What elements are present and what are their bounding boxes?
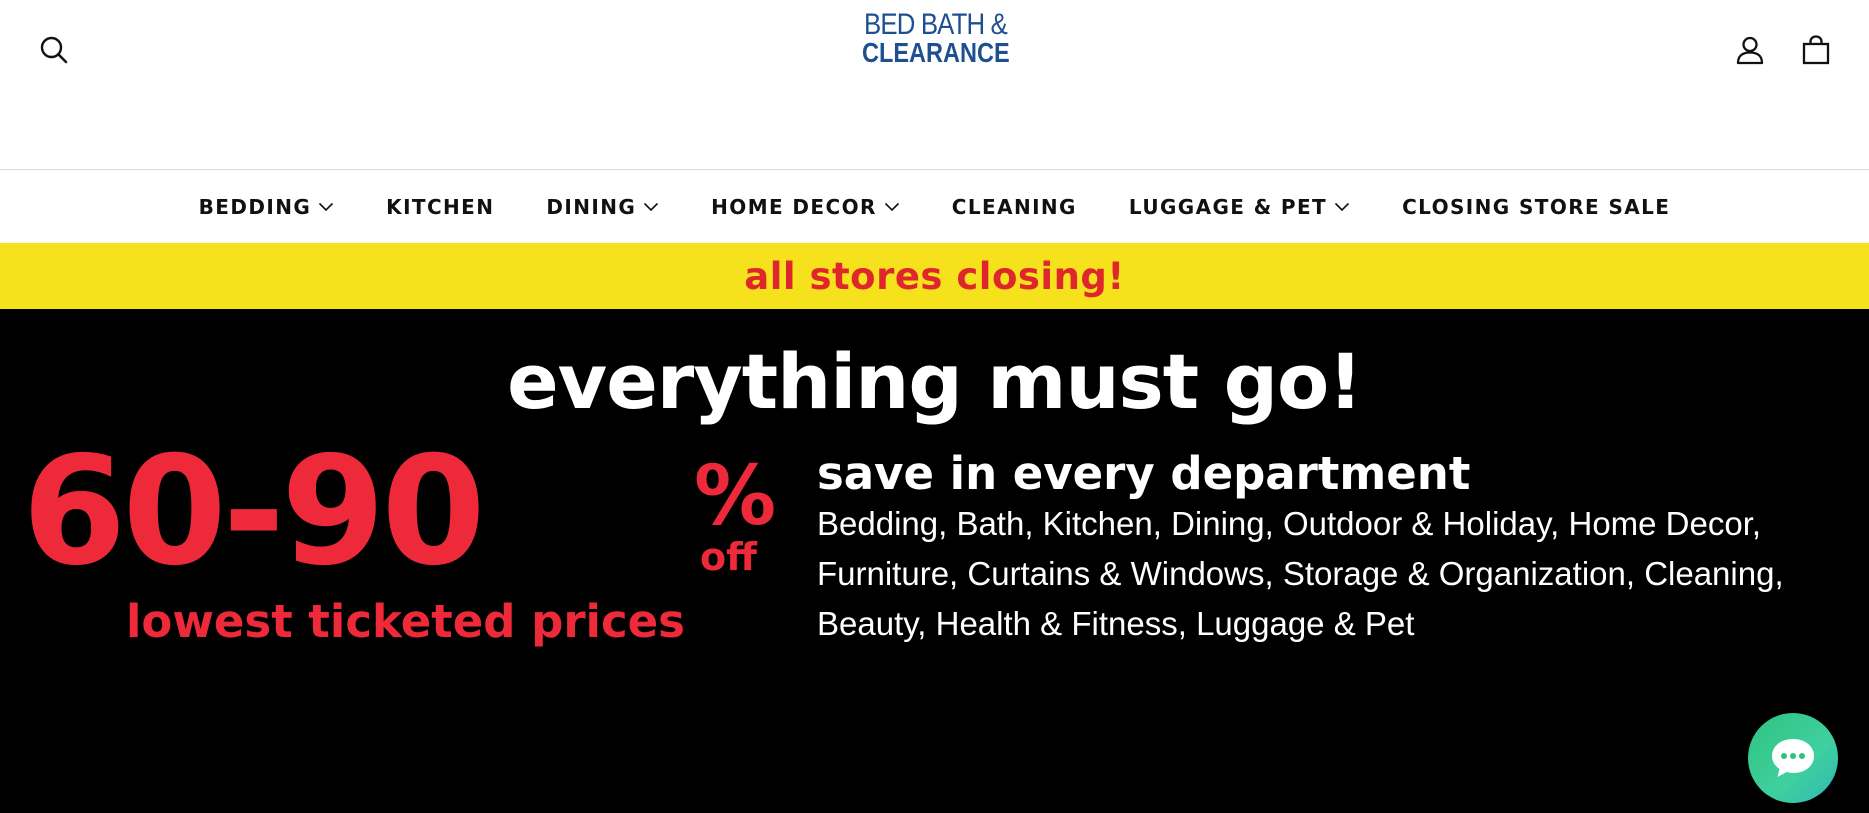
- percent-sign: %: [694, 449, 777, 544]
- nav-item-dining[interactable]: DINING: [546, 195, 659, 219]
- nav-item-cleaning[interactable]: CLEANING: [952, 195, 1077, 219]
- chevron-down-icon: [1334, 202, 1350, 212]
- chat-icon: [1772, 739, 1814, 777]
- promo-strip[interactable]: all stores closing!: [0, 243, 1869, 309]
- nav-item-luggage-pet[interactable]: LUGGAGE & PET: [1129, 195, 1350, 219]
- logo-line-2: CLEARANCE: [862, 37, 1010, 68]
- nav-item-kitchen[interactable]: KITCHEN: [386, 195, 494, 219]
- main-nav: BEDDING KITCHEN DINING HOME DECOR CLEANI…: [0, 170, 1869, 243]
- search-icon: [40, 36, 68, 64]
- cart-icon: [1802, 35, 1830, 65]
- nav-item-label: HOME DECOR: [711, 194, 877, 219]
- nav-item-label: KITCHEN: [386, 194, 495, 219]
- account-icon: [1736, 36, 1764, 65]
- cart-button[interactable]: [1794, 28, 1838, 72]
- chevron-down-icon: [884, 202, 900, 212]
- chevron-down-icon: [643, 202, 659, 212]
- hero-headline: everything must go!: [507, 337, 1363, 426]
- nav-item-label: BEDDING: [198, 194, 312, 219]
- department-list: Bedding, Bath, Kitchen, Dining, Outdoor …: [817, 505, 1784, 642]
- hero-banner[interactable]: everything must go! 60-90 % off lowest t…: [0, 309, 1869, 813]
- promo-strip-text: all stores closing!: [744, 254, 1125, 298]
- lowest-prices-text: lowest ticketed prices: [126, 595, 685, 648]
- discount-range: 60-90: [22, 425, 486, 599]
- nav-item-label: LUGGAGE & PET: [1128, 194, 1328, 219]
- save-heading: save in every department: [817, 447, 1471, 500]
- logo-line-1: BED BATH &: [864, 8, 1008, 41]
- nav-item-bedding[interactable]: BEDDING: [199, 195, 335, 219]
- site-logo[interactable]: BED BATH & CLEARANCE: [848, 10, 1023, 68]
- off-label: off: [700, 535, 757, 579]
- site-header: BED BATH & CLEARANCE: [0, 0, 1869, 170]
- chevron-down-icon: [318, 202, 334, 212]
- nav-item-label: CLOSING STORE SALE: [1402, 194, 1671, 219]
- account-button[interactable]: [1728, 28, 1772, 72]
- nav-item-closing-store-sale[interactable]: CLOSING STORE SALE: [1402, 195, 1670, 219]
- chat-button[interactable]: [1748, 713, 1838, 803]
- nav-item-label: CLEANING: [951, 194, 1077, 219]
- search-button[interactable]: [32, 28, 76, 72]
- nav-item-label: DINING: [546, 194, 637, 219]
- nav-item-home-decor[interactable]: HOME DECOR: [711, 195, 900, 219]
